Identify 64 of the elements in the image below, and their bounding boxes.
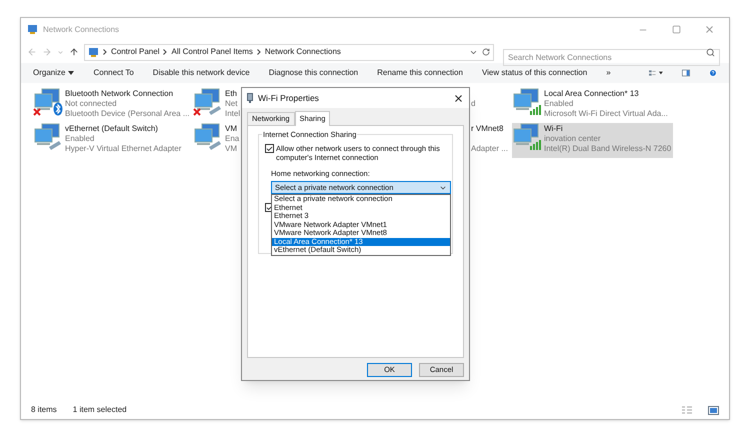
connection-item[interactable]: Bluetooth Network Connection Not connected Bluetooth Device (Personal Area ...: [33, 88, 192, 123]
toolbar-button[interactable]: »: [606, 67, 611, 79]
connection-item[interactable]: vEthernet (Default Switch) Enabled Hyper-V Virtual Ethernet Adapter: [33, 123, 184, 158]
connection-name: VM: [225, 124, 238, 134]
up-button[interactable]: [69, 47, 79, 57]
details-view-icon[interactable]: [682, 406, 692, 414]
window-title: Network Connections: [43, 24, 120, 36]
connection-item[interactable]: Local Area Connection* 13 Enabled Microsoft Wi-Fi Direct Virtual Ada...: [512, 88, 670, 123]
toolbar-button[interactable]: View status of this connection: [482, 67, 588, 79]
connection-name: Eth: [225, 89, 238, 99]
connection-device: Intel: [225, 109, 240, 119]
search-icon: [706, 48, 715, 56]
close-icon[interactable]: [453, 92, 464, 104]
dialog-title: Wi-Fi Properties: [258, 92, 319, 104]
connection-item[interactable]: VM Ena VM: [193, 123, 242, 158]
connection-device: VM: [225, 144, 238, 154]
toolbar-button[interactable]: Diagnose this connection: [268, 67, 358, 79]
connection-status: d: [471, 99, 476, 109]
connection-status: Net: [225, 99, 238, 109]
address-bar[interactable]: Control Panel All Control Panel Items Network Connections: [84, 44, 494, 60]
maximize-icon: [672, 25, 680, 34]
close-icon: [704, 24, 714, 35]
connection-device: Microsoft Wi-Fi Direct Virtual Ada...: [544, 109, 668, 119]
connection-status: Enabled: [65, 134, 96, 144]
connection-status: Ena: [225, 134, 240, 144]
connection-item[interactable]: r VMnet8 Adapter ...: [471, 123, 510, 158]
search-field[interactable]: Search Network Connections: [503, 48, 720, 66]
refresh-icon[interactable]: [482, 48, 490, 56]
connection-name: vEthernet (Default Switch): [65, 124, 159, 134]
chevron-right-icon: [103, 49, 107, 55]
network-folder-icon: [27, 24, 38, 35]
toolbar-button[interactable]: Disable this network device: [152, 67, 250, 79]
selected-connection-item[interactable]: Wi-Fi inovation center Intel(R) Dual Band Wireless-N 7260: [512, 123, 674, 158]
connection-status: Enabled: [544, 99, 574, 109]
connection-name: Wi-Fi: [544, 124, 564, 134]
wifi-adapter-icon: [247, 92, 253, 104]
connection-status: Not connected: [65, 99, 118, 109]
toolbar-button[interactable]: Organize: [33, 67, 74, 79]
chevron-right-icon: [256, 49, 261, 55]
connection-status: inovation center: [544, 134, 602, 144]
large-icons-view-icon[interactable]: [708, 406, 719, 414]
control-panel-icon: [88, 46, 99, 58]
connection-device: Adapter ...: [471, 144, 508, 154]
caret-icon: [68, 71, 74, 75]
toolbar-button[interactable]: Rename this connection: [377, 67, 463, 79]
selection-count: 1 item selected: [72, 404, 127, 416]
item-count: 8 items: [31, 404, 57, 416]
connection-device: Bluetooth Device (Personal Area ...: [65, 109, 190, 119]
preview-pane-icon[interactable]: [682, 68, 690, 78]
checkbox[interactable]: [265, 144, 274, 153]
connection-name: Local Area Connection* 13: [544, 89, 640, 99]
connection-device: Hyper-V Virtual Ethernet Adapter: [65, 144, 182, 154]
breadcrumb-item[interactable]: Network Connections: [264, 46, 341, 58]
connection-name: r VMnet8: [471, 124, 504, 134]
breadcrumb-item[interactable]: Control Panel: [111, 46, 160, 58]
breadcrumb-item[interactable]: All Control Panel Items: [171, 46, 253, 58]
connection-item[interactable]: Eth Net Intel: [193, 88, 242, 123]
connection-device: Intel(R) Dual Band Wireless-N 7260: [544, 144, 672, 154]
connection-item[interactable]: d: [471, 88, 478, 123]
view-options-icon[interactable]: [648, 68, 664, 78]
toolbar-button[interactable]: Connect To: [93, 67, 134, 79]
chevron-right-icon: [163, 49, 168, 55]
help-icon[interactable]: [709, 67, 718, 79]
connection-name: Bluetooth Network Connection: [65, 89, 174, 99]
